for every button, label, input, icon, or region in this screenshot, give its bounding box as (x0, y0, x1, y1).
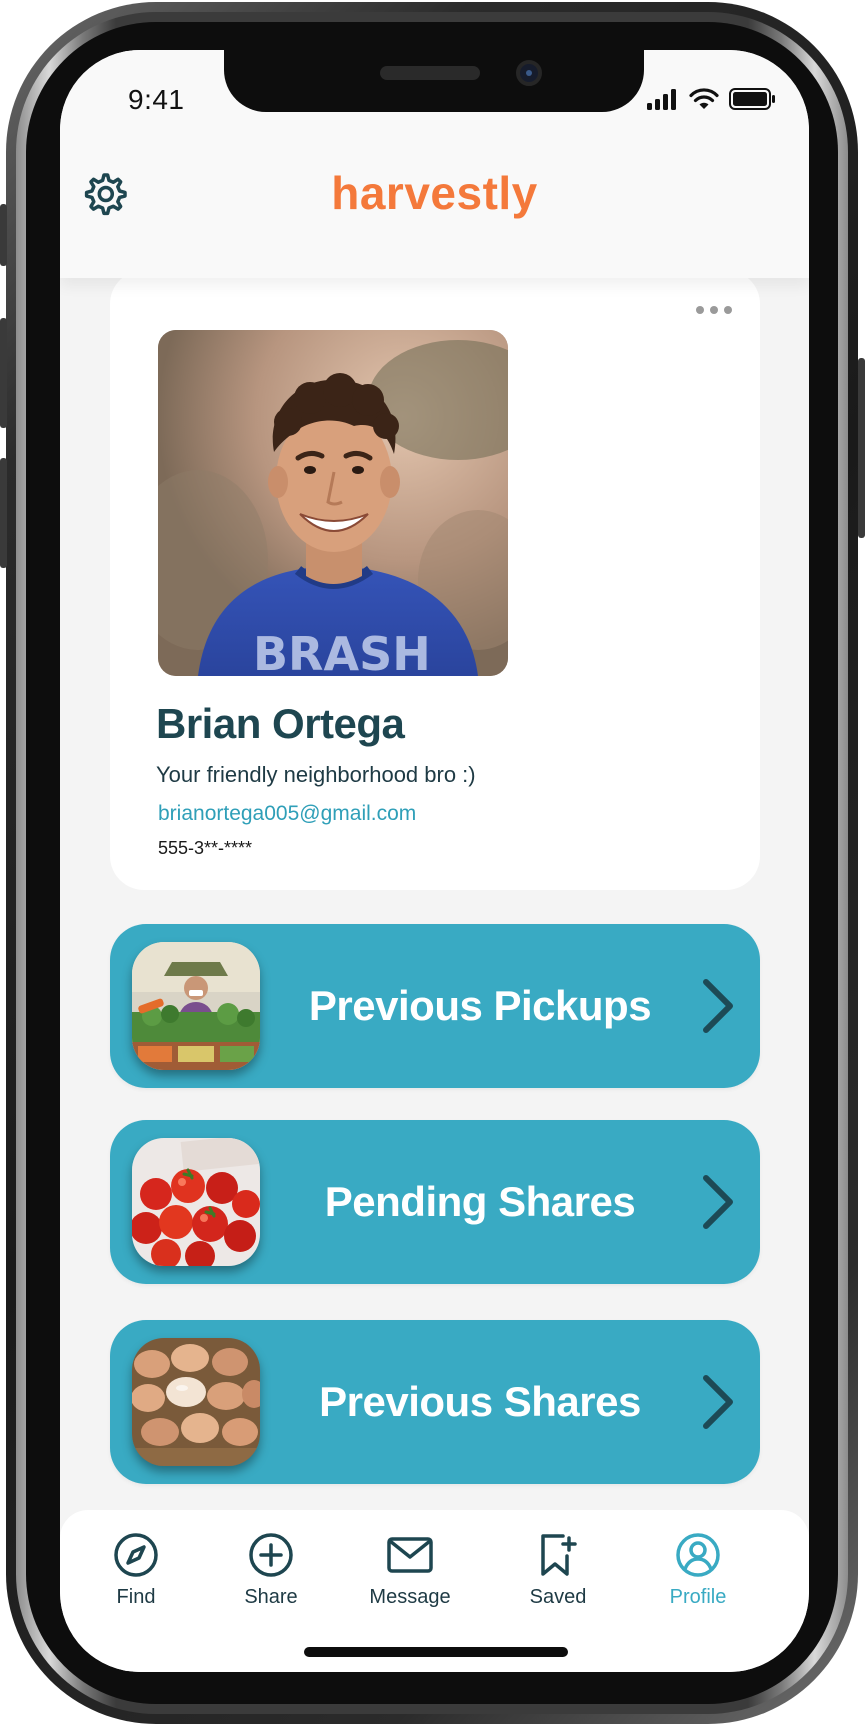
status-time: 9:41 (128, 84, 185, 115)
tab-saved-label: Saved (529, 1586, 587, 1608)
previous-shares-label: Previous Shares (319, 1378, 641, 1425)
profile-email[interactable]: brianortega005@gmail.com (158, 802, 416, 826)
bookmark-plus-icon (541, 1534, 577, 1576)
tab-share-label: Share (244, 1586, 298, 1608)
phone-notch (224, 50, 644, 112)
cellular-signal-icon (647, 89, 676, 110)
tomatoes-thumbnail (132, 1138, 260, 1266)
pending-shares-button[interactable]: Pending Shares (110, 1120, 760, 1284)
tab-find[interactable]: Find (76, 1532, 196, 1632)
profile-bio: Your friendly neighborhood bro :) (156, 762, 476, 787)
status-icons (647, 84, 775, 114)
battery-icon (729, 88, 775, 110)
profile-photo-illustration: BRASH (158, 330, 508, 676)
previous-pickups-label: Previous Pickups (308, 982, 652, 1029)
tab-saved[interactable]: Saved (498, 1532, 618, 1632)
tab-message[interactable]: Message (350, 1532, 470, 1632)
compass-icon (114, 1533, 158, 1577)
tab-share[interactable]: Share (211, 1532, 331, 1632)
plus-circle-icon (249, 1533, 293, 1577)
previous-shares-button[interactable]: Previous Shares (110, 1320, 760, 1484)
side-button-power (858, 358, 865, 538)
mail-icon (387, 1537, 433, 1573)
profile-photo: BRASH (158, 330, 508, 676)
tab-profile-label: Profile (669, 1586, 727, 1608)
side-button-volume-down (0, 458, 7, 568)
more-horizontal-icon[interactable] (694, 300, 734, 320)
app-header: harvestly (60, 160, 809, 278)
chevron-right-icon (703, 979, 733, 1033)
svg-text:BRASH: BRASH (253, 627, 431, 676)
front-camera (516, 60, 542, 86)
chevron-right-icon (703, 1375, 733, 1429)
pending-shares-label: Pending Shares (324, 1178, 636, 1225)
tab-profile[interactable]: Profile (638, 1532, 758, 1632)
side-button-volume-up (0, 318, 7, 428)
profile-name: Brian Ortega (156, 700, 405, 747)
side-button-mute (0, 204, 7, 266)
chevron-right-icon (703, 1175, 733, 1229)
profile-card: BRASH Brian Ortega Your friendly neighbo… (110, 270, 760, 890)
eggs-thumbnail (132, 1338, 260, 1466)
profile-phone: 555-3**-**** (158, 838, 253, 858)
user-circle-icon (676, 1533, 720, 1577)
tab-find-label: Find (116, 1586, 156, 1608)
app-screen: 9:41 harvestly BRASH Brian Ortega Your f… (60, 50, 809, 1672)
farmers-market-thumbnail (132, 942, 260, 1070)
wifi-icon (689, 88, 719, 109)
app-logo: harvestly (331, 167, 538, 219)
tab-message-label: Message (369, 1586, 451, 1608)
speaker-grille (380, 66, 480, 80)
previous-pickups-button[interactable]: Previous Pickups (110, 924, 760, 1088)
home-indicator[interactable] (304, 1647, 568, 1657)
